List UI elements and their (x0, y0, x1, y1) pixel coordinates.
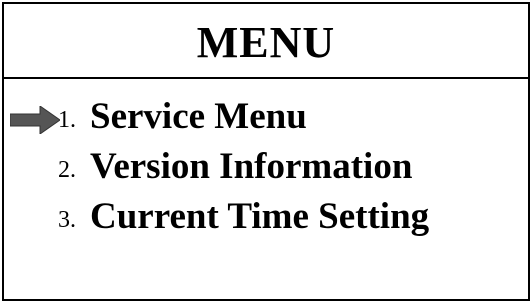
menu-item-number: 2. (58, 157, 76, 183)
menu-item-number: 1. (58, 107, 76, 133)
menu-title: MENU (196, 17, 336, 67)
selection-arrow-icon (10, 106, 60, 134)
menu-item-label: Current Time Setting (90, 196, 430, 237)
menu-screen: MENU 1. Service Menu 2. Version Informat… (2, 2, 530, 301)
menu-header: MENU (4, 4, 528, 79)
menu-item-current-time-setting[interactable]: 3. Current Time Setting (4, 189, 528, 247)
menu-item-number: 3. (58, 207, 76, 233)
menu-item-label: Service Menu (90, 96, 307, 137)
menu-item-label: Version Information (90, 146, 413, 187)
